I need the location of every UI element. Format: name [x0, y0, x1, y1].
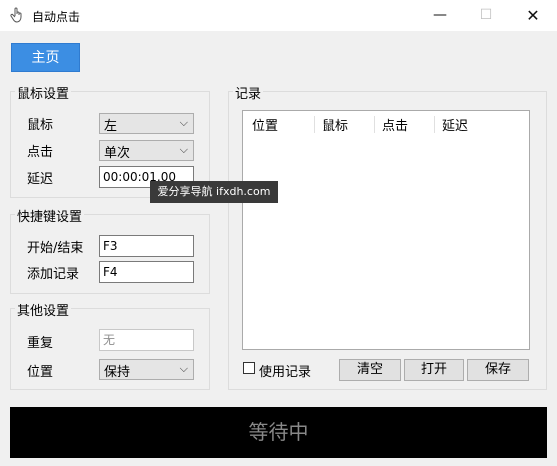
click-label: 点击: [27, 145, 54, 160]
chevron-down-icon: ⌵: [179, 143, 188, 156]
add-record-label: 添加记录: [27, 267, 80, 282]
close-button[interactable]: ✕: [510, 0, 556, 31]
hotkey-settings-title: 快捷键设置: [15, 206, 85, 225]
position-label: 位置: [27, 365, 54, 380]
open-button[interactable]: 打开: [404, 359, 464, 381]
clear-button[interactable]: 清空: [339, 359, 401, 381]
repeat-label: 重复: [27, 336, 54, 351]
start-stop-label: 开始/结束: [27, 241, 84, 256]
add-record-hotkey-input[interactable]: F4: [99, 261, 194, 283]
status-display: 等待中: [10, 407, 547, 458]
column-header-delay[interactable]: 延迟: [442, 115, 468, 134]
hand-pointer-icon: [10, 7, 22, 23]
click-type-select[interactable]: 单次 ⌵: [99, 140, 194, 161]
column-header-mouse[interactable]: 鼠标: [322, 115, 348, 134]
position-select[interactable]: 保持 ⌵: [99, 359, 194, 380]
title-bar: 自动点击 — ☐ ✕: [0, 0, 557, 31]
column-header-position[interactable]: 位置: [252, 115, 278, 134]
start-stop-hotkey-input[interactable]: F3: [99, 235, 194, 257]
chevron-down-icon: ⌵: [179, 116, 188, 129]
save-button[interactable]: 保存: [467, 359, 529, 381]
watermark: 爱分享导航 ifxdh.com: [150, 181, 278, 203]
mouse-button-select[interactable]: 左 ⌵: [99, 113, 194, 134]
window-title: 自动点击: [32, 10, 81, 24]
mouse-label: 鼠标: [27, 118, 54, 133]
other-settings-title: 其他设置: [15, 300, 72, 319]
use-records-checkbox[interactable]: [243, 362, 255, 374]
maximize-button[interactable]: ☐: [463, 0, 509, 31]
home-button[interactable]: 主页: [11, 43, 80, 72]
chevron-down-icon: ⌵: [179, 362, 188, 375]
column-separator: [434, 116, 435, 133]
mouse-settings-title: 鼠标设置: [15, 83, 72, 102]
column-separator: [374, 116, 375, 133]
column-separator: [314, 116, 315, 133]
position-value: 保持: [104, 365, 131, 380]
mouse-button-value: 左: [104, 119, 118, 134]
minimize-button[interactable]: —: [417, 0, 463, 31]
records-title: 记录: [233, 83, 264, 102]
use-records-label[interactable]: 使用记录: [259, 361, 311, 380]
records-list[interactable]: 位置 鼠标 点击 延迟: [242, 110, 530, 350]
delay-label: 延迟: [27, 172, 54, 187]
click-type-value: 单次: [104, 146, 131, 161]
repeat-input[interactable]: 无: [99, 329, 194, 351]
column-header-click[interactable]: 点击: [382, 115, 408, 134]
